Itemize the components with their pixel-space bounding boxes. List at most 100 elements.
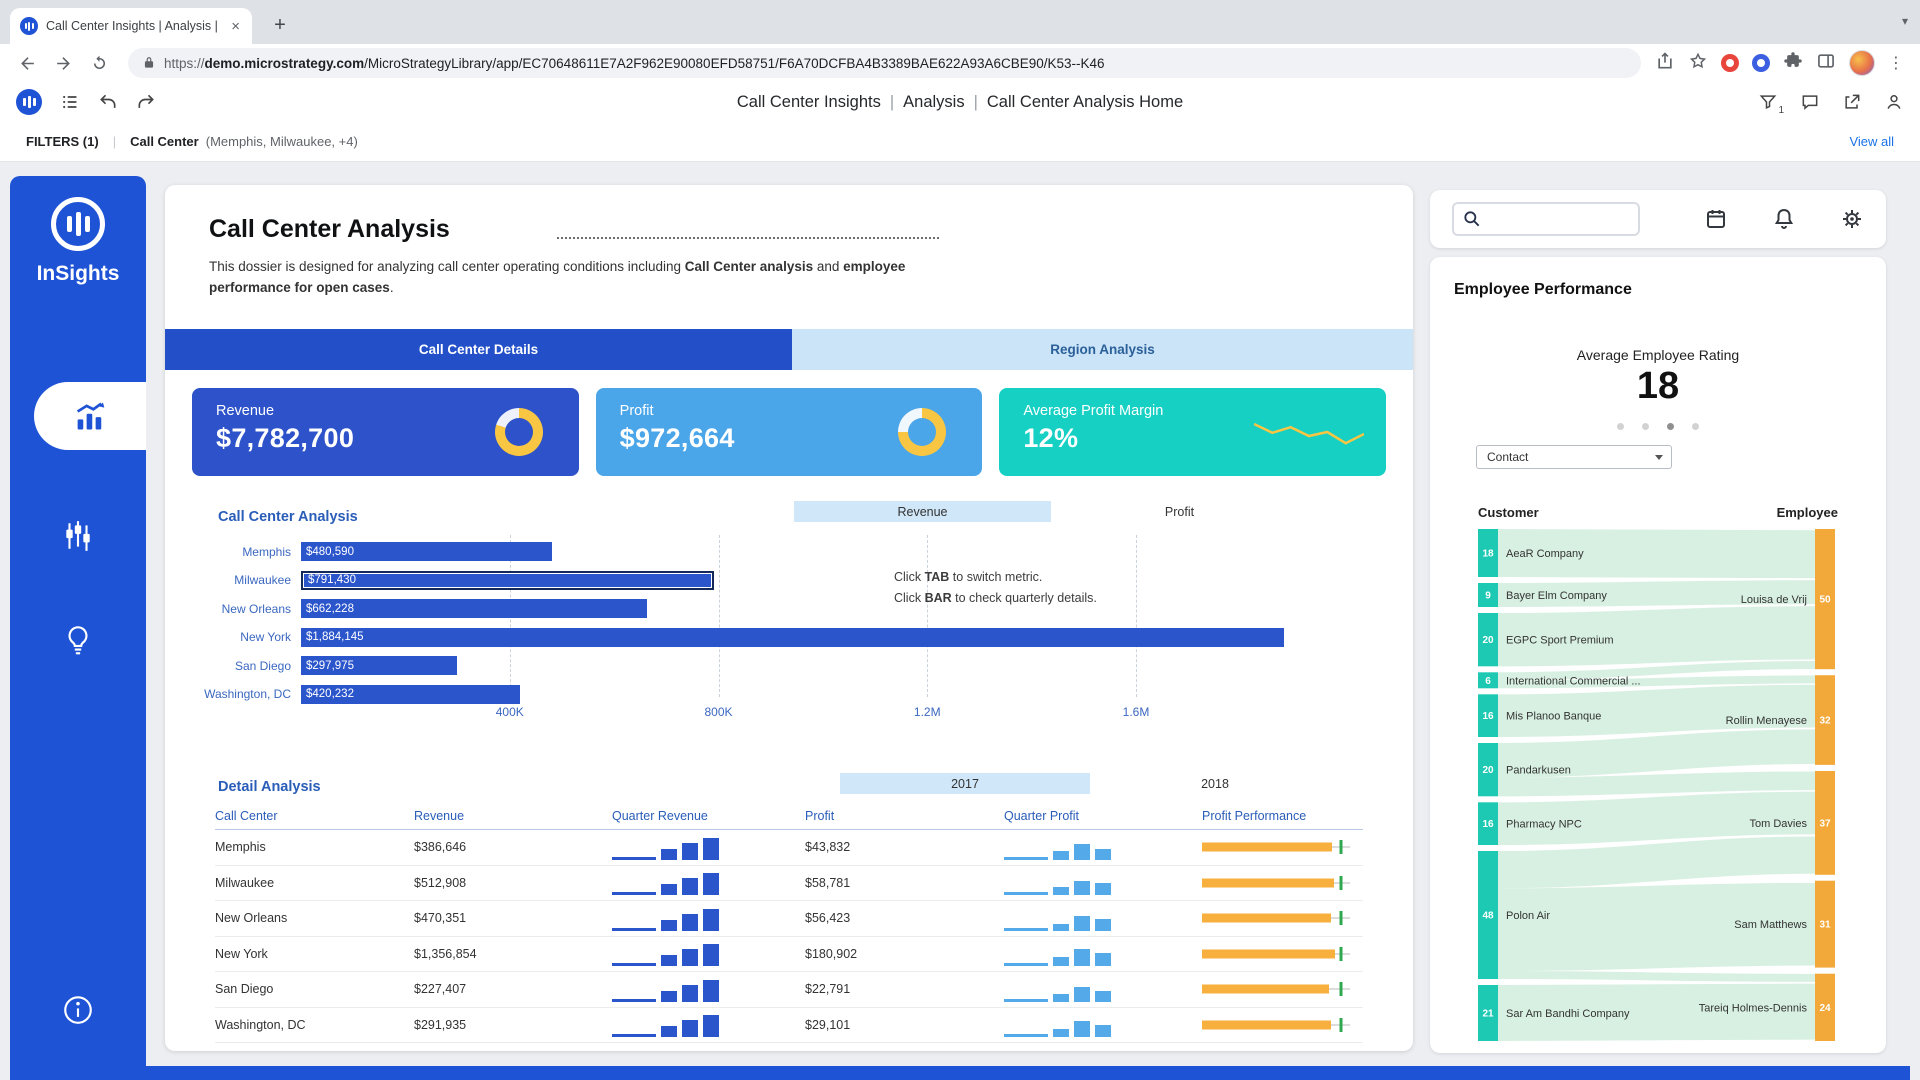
bar-chart-bar[interactable]: $420,232 bbox=[301, 685, 520, 704]
table-row[interactable]: Milwaukee$512,908$58,781 bbox=[215, 866, 1363, 902]
search-input[interactable] bbox=[1488, 212, 1630, 227]
table-column-header[interactable]: Quarter Profit bbox=[1004, 809, 1202, 823]
sidebar-item-candlestick[interactable] bbox=[61, 519, 95, 553]
sankey-node-value: 32 bbox=[1819, 716, 1831, 727]
carousel-dot[interactable] bbox=[1642, 423, 1649, 430]
cell-quarter-profit bbox=[1004, 830, 1202, 865]
table-row[interactable]: New Orleans$470,351$56,423 bbox=[215, 901, 1363, 937]
tab-region-analysis[interactable]: Region Analysis bbox=[792, 329, 1413, 370]
cell-profit: $43,832 bbox=[805, 840, 1004, 854]
side-panel-icon[interactable] bbox=[1816, 51, 1836, 76]
table-column-header[interactable]: Call Center bbox=[215, 809, 414, 823]
kpi-card-profit[interactable]: Profit $972,664 bbox=[596, 388, 983, 476]
search-box[interactable] bbox=[1452, 202, 1640, 236]
sankey-flow[interactable] bbox=[1498, 747, 1815, 761]
settings-gear-icon[interactable] bbox=[1840, 207, 1864, 231]
performance-bar-chart bbox=[1202, 866, 1350, 901]
browser-menu-icon[interactable]: ⋮ bbox=[1888, 53, 1904, 73]
quarter-sparkline-chart bbox=[1004, 834, 1111, 860]
filter-name[interactable]: Call Center bbox=[130, 134, 199, 149]
bookmark-star-icon[interactable] bbox=[1688, 51, 1708, 76]
table-row[interactable]: Washington, DC$291,935$29,101 bbox=[215, 1008, 1363, 1044]
filter-values[interactable]: (Memphis, Milwaukee, +4) bbox=[206, 134, 358, 149]
undo-icon[interactable] bbox=[98, 92, 118, 112]
share-export-icon[interactable] bbox=[1842, 92, 1862, 112]
notifications-bell-icon[interactable] bbox=[1772, 207, 1796, 231]
info-icon bbox=[61, 993, 95, 1027]
contents-list-icon[interactable] bbox=[60, 92, 80, 112]
new-tab-button[interactable]: + bbox=[266, 12, 294, 40]
bar-chart-bar[interactable]: $1,884,145 bbox=[301, 628, 1284, 647]
breadcrumb-dossier: Call Center Insights bbox=[737, 93, 881, 112]
extension-icon[interactable] bbox=[1752, 54, 1770, 72]
comments-icon[interactable] bbox=[1800, 92, 1820, 112]
sankey-employee-label: Tom Davies bbox=[1750, 818, 1808, 830]
spark-bar bbox=[1095, 953, 1111, 966]
kpi-row: Revenue $7,782,700 Profit $972,664 Avera… bbox=[192, 388, 1386, 476]
sidebar-item-insights[interactable] bbox=[61, 623, 95, 657]
metric-dropdown[interactable]: Contact bbox=[1476, 445, 1672, 469]
carousel-dot-active[interactable] bbox=[1667, 423, 1674, 430]
forward-button[interactable] bbox=[48, 48, 78, 78]
tab-call-center-details[interactable]: Call Center Details bbox=[165, 329, 792, 370]
sankey-flow[interactable] bbox=[1498, 781, 1815, 787]
carousel-dot[interactable] bbox=[1692, 423, 1699, 430]
calendar-icon[interactable] bbox=[1704, 207, 1728, 231]
sidebar-item-info[interactable] bbox=[61, 993, 95, 1027]
microstrategy-logo-icon[interactable] bbox=[16, 89, 42, 115]
table-column-header[interactable]: Profit bbox=[805, 809, 1004, 823]
table-column-header[interactable]: Revenue bbox=[414, 809, 612, 823]
description-bold: Call Center analysis bbox=[685, 259, 813, 274]
account-icon[interactable] bbox=[1884, 92, 1904, 112]
sankey-right-header: Employee bbox=[1777, 505, 1838, 520]
cell-profit: $56,423 bbox=[805, 911, 1004, 925]
table-column-header[interactable]: Profit Performance bbox=[1202, 809, 1363, 823]
table-row[interactable]: San Diego$227,407$22,791 bbox=[215, 972, 1363, 1008]
sankey-flow[interactable] bbox=[1498, 975, 1815, 978]
tab-search-caret-icon[interactable]: ▾ bbox=[1902, 14, 1908, 28]
bar-chart-bar[interactable]: $297,975 bbox=[301, 656, 457, 675]
year-toggle-2018[interactable]: 2018 bbox=[1090, 773, 1340, 794]
sankey-flow[interactable] bbox=[1498, 855, 1815, 870]
filter-icon[interactable]: 1 bbox=[1758, 92, 1778, 112]
back-button[interactable] bbox=[12, 48, 42, 78]
bar-chart-trend-icon bbox=[72, 398, 108, 434]
sankey-node-value: 16 bbox=[1482, 711, 1494, 722]
kpi-card-revenue[interactable]: Revenue $7,782,700 bbox=[192, 388, 579, 476]
metric-toggle-revenue[interactable]: Revenue bbox=[794, 501, 1051, 522]
filter-separator: | bbox=[113, 134, 116, 149]
table-row[interactable]: Memphis$386,646$43,832 bbox=[215, 830, 1363, 866]
bar-chart-bar[interactable]: $480,590 bbox=[301, 542, 552, 561]
table-column-header[interactable]: Quarter Revenue bbox=[612, 809, 805, 823]
cell-quarter-profit bbox=[1004, 901, 1202, 936]
cell-revenue: $386,646 bbox=[414, 840, 612, 854]
bar-chart-bar[interactable]: $662,228 bbox=[301, 599, 647, 618]
filter-bar: FILTERS (1) | Call Center (Memphis, Milw… bbox=[0, 122, 1920, 162]
metric-toggle-profit[interactable]: Profit bbox=[1051, 501, 1308, 522]
site-favicon-icon bbox=[20, 17, 38, 35]
spark-bar bbox=[703, 1015, 719, 1037]
spark-bar bbox=[1004, 857, 1048, 860]
sidebar-item-analysis[interactable] bbox=[34, 382, 146, 450]
table-row[interactable]: New York$1,356,854$180,902 bbox=[215, 937, 1363, 973]
browser-tab[interactable]: Call Center Insights | Analysis | × bbox=[10, 8, 252, 44]
average-rating-label: Average Employee Rating bbox=[1430, 347, 1886, 363]
kpi-card-avg-profit-margin[interactable]: Average Profit Margin 12% bbox=[999, 388, 1386, 476]
extensions-puzzle-icon[interactable] bbox=[1783, 51, 1803, 76]
close-tab-icon[interactable]: × bbox=[229, 17, 242, 36]
bar-chart-bar[interactable]: $791,430 bbox=[301, 571, 714, 590]
extension-icon[interactable] bbox=[1721, 54, 1739, 72]
carousel-dot[interactable] bbox=[1617, 423, 1624, 430]
year-toggle-2017[interactable]: 2017 bbox=[840, 773, 1090, 794]
redo-icon[interactable] bbox=[136, 92, 156, 112]
filters-label[interactable]: FILTERS (1) bbox=[26, 134, 99, 149]
spark-bar bbox=[682, 878, 698, 895]
reload-button[interactable] bbox=[84, 48, 114, 78]
view-all-link[interactable]: View all bbox=[1849, 134, 1894, 149]
cell-profit-performance bbox=[1202, 866, 1363, 901]
bar-chart-section-title: Call Center Analysis bbox=[218, 509, 358, 525]
profile-avatar[interactable] bbox=[1849, 50, 1875, 76]
url-path: /MicroStrategyLibrary/app/EC70648611E7A2… bbox=[364, 56, 1104, 71]
url-bar[interactable]: https://demo.microstrategy.com/MicroStra… bbox=[128, 48, 1641, 78]
share-page-icon[interactable] bbox=[1655, 51, 1675, 76]
